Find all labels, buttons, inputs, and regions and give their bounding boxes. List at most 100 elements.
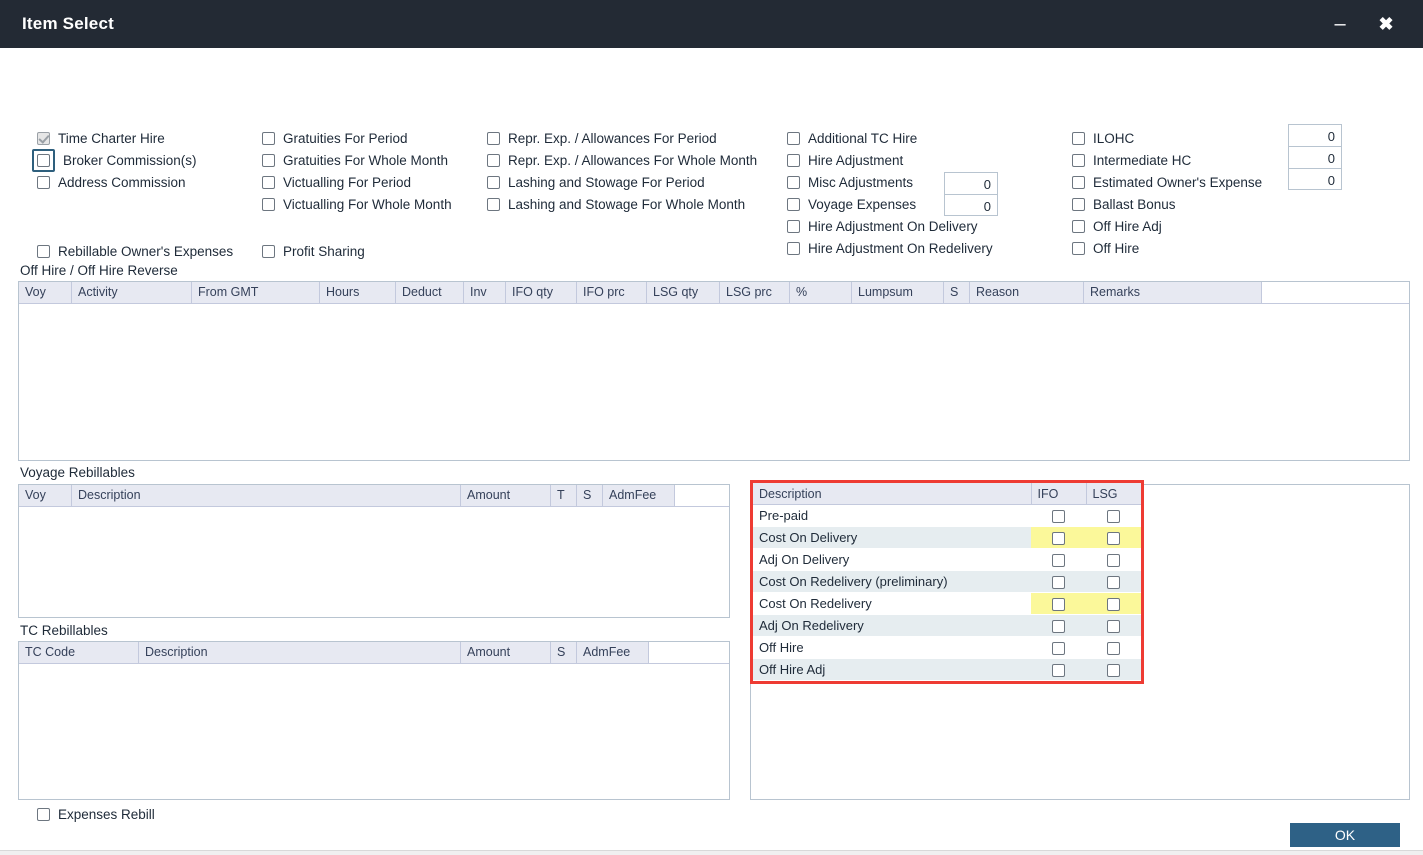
checkbox-address-commission-row[interactable]: Address Commission xyxy=(37,171,197,193)
bunker-row[interactable]: Cost On Redelivery (preliminary) xyxy=(753,570,1141,593)
checkbox-gratuities-for-whole-month-row[interactable]: Gratuities For Whole Month xyxy=(262,149,452,171)
bunker-row[interactable]: Off Hire xyxy=(753,636,1141,659)
checkbox-lashing-and-stowage-for-period-checkbox[interactable] xyxy=(487,175,500,189)
off-hire-header-[interactable]: % xyxy=(790,282,852,303)
bunker-row[interactable]: Cost On Redelivery xyxy=(753,592,1141,615)
bunker-row[interactable]: Adj On Delivery xyxy=(753,548,1141,571)
off-hire-header-s[interactable]: S xyxy=(944,282,970,303)
bunker-row-lsg-cell[interactable] xyxy=(1086,658,1141,681)
voyage-rebillables-header-amount[interactable]: Amount xyxy=(461,485,551,506)
bunker-row-ifo-cell[interactable] xyxy=(1031,592,1086,615)
bunker-row-ifo-cell[interactable] xyxy=(1031,658,1086,681)
tc-rebillables-grid[interactable]: TC Code Description Amount S AdmFee xyxy=(18,641,730,800)
checkbox-off-hire-adj-checkbox[interactable] xyxy=(1072,219,1085,233)
off-hire-header-lsg-qty[interactable]: LSG qty xyxy=(647,282,720,303)
checkbox-address-commission-checkbox[interactable] xyxy=(37,175,50,189)
voyage-rebillables-header-admfee[interactable]: AdmFee xyxy=(603,485,675,506)
checkbox-ilohc-row[interactable]: ILOHC xyxy=(1072,127,1262,149)
bunker-cost-on-delivery-lsg-checkbox[interactable] xyxy=(1107,531,1120,545)
checkbox-victualling-for-period-checkbox[interactable] xyxy=(262,175,275,189)
bunker-adj-on-redelivery-lsg-checkbox[interactable] xyxy=(1107,619,1120,633)
bunker-row-lsg-cell[interactable] xyxy=(1086,526,1141,549)
checkbox-gratuities-for-period-row[interactable]: Gratuities For Period xyxy=(262,127,452,149)
bunker-table[interactable]: Description IFO LSG Pre-paid Cost On Delive… xyxy=(753,483,1141,681)
expenses-rebill-row[interactable]: Expenses Rebill xyxy=(37,803,155,825)
bunker-row-ifo-cell[interactable] xyxy=(1031,614,1086,637)
bunker-off-hire-lsg-checkbox[interactable] xyxy=(1107,641,1120,655)
bunker-header-ifo[interactable]: IFO xyxy=(1031,483,1087,505)
off-hire-header-ifo-prc[interactable]: IFO prc xyxy=(577,282,647,303)
ilohc-amount[interactable] xyxy=(1288,124,1342,146)
bunker-pre-paid-lsg-checkbox[interactable] xyxy=(1107,509,1120,523)
bunker-row-ifo-cell[interactable] xyxy=(1031,548,1086,571)
bunker-cost-on-redelivery-ifo-checkbox[interactable] xyxy=(1052,597,1065,611)
checkbox-voyage-expenses-checkbox[interactable] xyxy=(787,197,800,211)
bunker-row-ifo-cell[interactable] xyxy=(1031,636,1086,659)
off-hire-header-from-gmt[interactable]: From GMT xyxy=(192,282,320,303)
bunker-pre-paid-ifo-checkbox[interactable] xyxy=(1052,509,1065,523)
checkbox-hire-adjustment-checkbox[interactable] xyxy=(787,153,800,167)
checkbox-rebillable-owner-s-expenses-checkbox[interactable] xyxy=(37,244,50,258)
checkbox-hire-adjustment-on-delivery-row[interactable]: Hire Adjustment On Delivery xyxy=(787,215,993,237)
intermediate-hc-amount[interactable] xyxy=(1288,146,1342,168)
checkbox-intermediate-hc-checkbox[interactable] xyxy=(1072,153,1085,167)
tc-rebillables-header-s[interactable]: S xyxy=(551,642,577,663)
checkbox-broker-commission-s-row[interactable]: Broker Commission(s) xyxy=(32,148,197,172)
checkbox-ilohc-checkbox[interactable] xyxy=(1072,131,1085,145)
checkbox-lashing-and-stowage-for-whole-month-checkbox[interactable] xyxy=(487,197,500,211)
checkbox-estimated-owner-s-expense-row[interactable]: Estimated Owner's Expense xyxy=(1072,171,1262,193)
checkbox-lashing-and-stowage-for-period-row[interactable]: Lashing and Stowage For Period xyxy=(487,171,757,193)
bunker-row[interactable]: Cost On Delivery xyxy=(753,526,1141,549)
off-hire-header-activity[interactable]: Activity xyxy=(72,282,192,303)
off-hire-header-deduct[interactable]: Deduct xyxy=(396,282,464,303)
checkbox-misc-adjustments-checkbox[interactable] xyxy=(787,175,800,189)
checkbox-repr-exp-allowances-for-period-row[interactable]: Repr. Exp. / Allowances For Period xyxy=(487,127,757,149)
checkbox-broker-commission-s-checkbox[interactable] xyxy=(37,153,50,167)
bunker-header-description[interactable]: Description xyxy=(753,483,1032,505)
checkbox-time-charter-hire-row[interactable]: Time Charter Hire xyxy=(37,127,197,149)
bunker-row[interactable]: Pre-paid xyxy=(753,504,1141,527)
bunker-adj-on-redelivery-ifo-checkbox[interactable] xyxy=(1052,619,1065,633)
bunker-row[interactable]: Adj On Redelivery xyxy=(753,614,1141,637)
ok-button[interactable]: OK xyxy=(1290,823,1400,847)
off-hire-header-lumpsum[interactable]: Lumpsum xyxy=(852,282,944,303)
off-hire-header-reason[interactable]: Reason xyxy=(970,282,1084,303)
checkbox-hire-adjustment-row[interactable]: Hire Adjustment xyxy=(787,149,993,171)
bunker-row-lsg-cell[interactable] xyxy=(1086,504,1141,527)
bunker-row-ifo-cell[interactable] xyxy=(1031,504,1086,527)
tc-rebillables-header-amount[interactable]: Amount xyxy=(461,642,551,663)
checkbox-hire-adjustment-on-redelivery-row[interactable]: Hire Adjustment On Redelivery xyxy=(787,237,993,259)
bunker-off-hire-adj-lsg-checkbox[interactable] xyxy=(1107,663,1120,677)
bunker-adj-on-delivery-lsg-checkbox[interactable] xyxy=(1107,553,1120,567)
checkbox-victualling-for-period-row[interactable]: Victualling For Period xyxy=(262,171,452,193)
voyage-rebillables-header-t[interactable]: T xyxy=(551,485,577,506)
expenses-rebill-checkbox[interactable] xyxy=(37,807,50,821)
tc-rebillables-header-admfee[interactable]: AdmFee xyxy=(577,642,649,663)
bunker-row-lsg-cell[interactable] xyxy=(1086,636,1141,659)
voyage-expenses-amount[interactable] xyxy=(944,194,998,216)
off-hire-header-voy[interactable]: Voy xyxy=(19,282,72,303)
checkbox-off-hire-checkbox[interactable] xyxy=(1072,241,1085,255)
checkbox-hire-adjustment-on-redelivery-checkbox[interactable] xyxy=(787,241,800,255)
minimize-icon[interactable]: – xyxy=(1317,4,1363,44)
bunker-off-hire-ifo-checkbox[interactable] xyxy=(1052,641,1065,655)
bunker-cost-on-delivery-ifo-checkbox[interactable] xyxy=(1052,531,1065,545)
off-hire-header-remarks[interactable]: Remarks xyxy=(1084,282,1262,303)
misc-adjustments-amount[interactable] xyxy=(944,172,998,194)
voyage-rebillables-header-s[interactable]: S xyxy=(577,485,603,506)
voyage-rebillables-grid[interactable]: Voy Description Amount T S AdmFee xyxy=(18,484,730,618)
checkbox-repr-exp-allowances-for-period-checkbox[interactable] xyxy=(487,131,500,145)
checkbox-gratuities-for-whole-month-checkbox[interactable] xyxy=(262,153,275,167)
bunker-row-lsg-cell[interactable] xyxy=(1086,614,1141,637)
checkbox-lashing-and-stowage-for-whole-month-row[interactable]: Lashing and Stowage For Whole Month xyxy=(487,193,757,215)
off-hire-header-ifo-qty[interactable]: IFO qty xyxy=(506,282,577,303)
checkbox-hire-adjustment-on-delivery-checkbox[interactable] xyxy=(787,219,800,233)
checkbox-victualling-for-whole-month-row[interactable]: Victualling For Whole Month xyxy=(262,193,452,215)
bunker-off-hire-adj-ifo-checkbox[interactable] xyxy=(1052,663,1065,677)
checkbox-additional-tc-hire-checkbox[interactable] xyxy=(787,131,800,145)
checkbox-ballast-bonus-row[interactable]: Ballast Bonus xyxy=(1072,193,1262,215)
bunker-row-lsg-cell[interactable] xyxy=(1086,570,1141,593)
checkbox-off-hire-adj-row[interactable]: Off Hire Adj xyxy=(1072,215,1262,237)
checkbox-estimated-owner-s-expense-checkbox[interactable] xyxy=(1072,175,1085,189)
checkbox-intermediate-hc-row[interactable]: Intermediate HC xyxy=(1072,149,1262,171)
